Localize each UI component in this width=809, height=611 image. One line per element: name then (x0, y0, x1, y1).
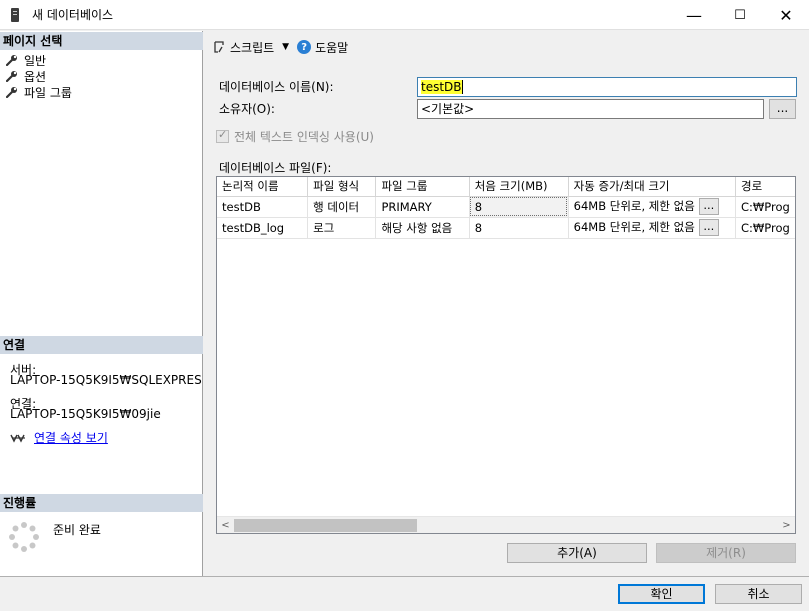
db-name-label: 데이터베이스 이름(N): (219, 80, 334, 94)
autogrowth-value: 64MB 단위로, 제한 없음 (573, 199, 695, 213)
view-connection-properties[interactable]: 연결 속성 보기 (10, 429, 108, 446)
column-header[interactable]: 파일 그룹 (375, 177, 470, 197)
connection-properties-icon (10, 434, 25, 443)
progress-header: 진행률 (0, 494, 203, 512)
path-cell[interactable]: C:₩Prog (735, 217, 795, 239)
column-header[interactable]: 논리적 이름 (217, 177, 309, 197)
left-pane: 페이지 선택 일반 옵션 파일 그룹 연결 서버: LAPTOP-15Q5K9I… (0, 31, 203, 576)
database-server-icon (8, 7, 22, 23)
maximize-button[interactable]: ☐ (717, 0, 763, 30)
owner-input[interactable]: <기본값> (417, 99, 764, 119)
connection-value: LAPTOP-15Q5K9I5₩09jie (10, 407, 161, 421)
progress-status: 준비 완료 (53, 523, 101, 537)
script-icon (214, 41, 224, 53)
minimize-button[interactable]: — (671, 0, 717, 30)
column-header[interactable]: 처음 크기(MB) (469, 177, 569, 197)
cancel-button[interactable]: 취소 (715, 584, 802, 604)
help-label: 도움말 (315, 40, 349, 55)
add-button[interactable]: 추가(A) (507, 543, 647, 563)
autogrowth-cell[interactable]: 64MB 단위로, 제한 없음... (568, 217, 736, 239)
db-name-input[interactable]: testDB (417, 77, 797, 97)
window-title: 새 데이터베이스 (32, 8, 114, 22)
page-item-label: 옵션 (24, 69, 47, 84)
initial-size-cell[interactable]: 8 (469, 217, 569, 239)
remove-button[interactable]: 제거(R) (656, 543, 796, 563)
close-button[interactable]: ✕ (763, 0, 809, 30)
autogrowth-value: 64MB 단위로, 제한 없음 (573, 220, 695, 234)
column-header[interactable]: 파일 형식 (307, 177, 377, 197)
table-row[interactable]: testDB_log 로그 해당 사항 없음 8 64MB 단위로, 제한 없음… (217, 217, 795, 239)
fulltext-indexing-option: 전체 텍스트 인덱싱 사용(U) (216, 128, 374, 145)
progress-spinner-icon (9, 522, 39, 552)
wrench-icon (6, 87, 17, 98)
help-icon: ? (297, 40, 312, 54)
horizontal-scrollbar[interactable]: < > (217, 516, 795, 533)
owner-label: 소유자(O): (219, 102, 275, 116)
fulltext-indexing-checkbox[interactable] (216, 128, 229, 143)
table-row[interactable]: testDB 행 데이터 PRIMARY 8 64MB 단위로, 제한 없음..… (217, 196, 795, 218)
autogrowth-cell[interactable]: 64MB 단위로, 제한 없음... (568, 196, 736, 218)
wrench-icon (6, 71, 17, 82)
file-type-cell[interactable]: 로그 (307, 217, 377, 239)
script-label: 스크립트 (230, 40, 275, 55)
connection-header: 연결 (0, 336, 203, 354)
initial-size-cell[interactable]: 8 (469, 196, 569, 218)
fulltext-indexing-label: 전체 텍스트 인덱싱 사용(U) (234, 130, 374, 144)
script-dropdown-icon[interactable]: ▼ (282, 42, 289, 52)
page-item-filegroups[interactable]: 파일 그룹 (6, 84, 72, 100)
page-item-options[interactable]: 옵션 (6, 68, 46, 84)
ok-button[interactable]: 확인 (618, 584, 705, 604)
logical-name-cell[interactable]: testDB (217, 196, 309, 218)
help-button[interactable]: ? 도움말 (297, 39, 348, 56)
title-bar: 새 데이터베이스 — ☐ ✕ (0, 0, 809, 30)
db-name-value: testDB (421, 80, 462, 94)
select-page-header: 페이지 선택 (0, 32, 203, 50)
toolbar: 스크립트 ▼ ? 도움말 (212, 38, 348, 56)
db-files-grid[interactable]: 논리적 이름 파일 형식 파일 그룹 처음 크기(MB) 자동 증가/최대 크기… (216, 176, 796, 534)
page-item-label: 일반 (24, 53, 47, 68)
autogrowth-browse-button[interactable]: ... (698, 219, 719, 236)
column-header[interactable]: 경로 (735, 177, 795, 197)
path-cell[interactable]: C:₩Prog (735, 196, 795, 218)
autogrowth-browse-button[interactable]: ... (698, 198, 719, 215)
page-item-general[interactable]: 일반 (6, 52, 46, 68)
column-header[interactable]: 자동 증가/최대 크기 (568, 177, 736, 197)
scroll-left-icon[interactable]: < (217, 518, 234, 533)
grid-header-row: 논리적 이름 파일 형식 파일 그룹 처음 크기(MB) 자동 증가/최대 크기… (217, 177, 795, 197)
view-connection-properties-link[interactable]: 연결 속성 보기 (34, 429, 108, 446)
filegroup-cell[interactable]: PRIMARY (375, 196, 470, 218)
logical-name-cell[interactable]: testDB_log (217, 217, 309, 239)
window-controls: — ☐ ✕ (671, 0, 809, 30)
db-files-table: 논리적 이름 파일 형식 파일 그룹 처음 크기(MB) 자동 증가/최대 크기… (217, 177, 795, 239)
dialog-footer: 확인 취소 (0, 576, 809, 611)
db-files-label: 데이터베이스 파일(F): (219, 161, 332, 175)
wrench-icon (6, 55, 17, 66)
filegroup-cell[interactable]: 해당 사항 없음 (375, 217, 470, 239)
script-button[interactable]: 스크립트 (212, 39, 274, 56)
owner-browse-button[interactable]: ... (769, 99, 796, 119)
scroll-right-icon[interactable]: > (778, 518, 795, 533)
server-value: LAPTOP-15Q5K9I5₩SQLEXPRESS (10, 373, 202, 387)
page-item-label: 파일 그룹 (24, 85, 72, 100)
scrollbar-thumb[interactable] (234, 519, 417, 532)
file-type-cell[interactable]: 행 데이터 (307, 196, 377, 218)
